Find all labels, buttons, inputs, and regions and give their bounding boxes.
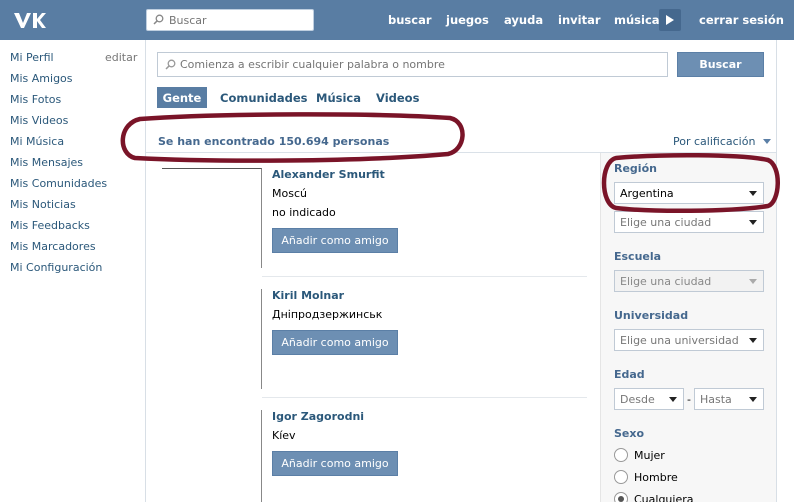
- nav-juegos[interactable]: juegos: [446, 13, 489, 27]
- sidebar-item-messages[interactable]: Mis Mensajes: [10, 156, 83, 169]
- sidebar-item-friends[interactable]: Mis Amigos: [10, 72, 73, 85]
- age-from-label: Desde: [620, 392, 655, 406]
- person-city: Дніпродзержинськ: [272, 308, 383, 321]
- nav-musica[interactable]: música: [614, 13, 660, 27]
- person-name[interactable]: Igor Zagorodni: [272, 410, 364, 423]
- city-placeholder: Elige una ciudad: [620, 215, 712, 229]
- tab-videos[interactable]: Videos: [376, 87, 419, 108]
- sidebar-edit-link[interactable]: editar: [105, 51, 137, 64]
- nav-ayuda[interactable]: ayuda: [504, 13, 543, 27]
- nav-logout[interactable]: cerrar sesión: [699, 13, 784, 27]
- tab-gente[interactable]: Gente: [157, 87, 207, 108]
- filter-label-school: Escuela: [614, 250, 662, 263]
- filter-label-sex: Sexo: [614, 427, 645, 440]
- dropdown-arrow-icon: [749, 220, 757, 225]
- radio-female-label[interactable]: Mujer: [634, 449, 665, 462]
- dropdown-arrow-icon: [749, 191, 757, 196]
- person-name[interactable]: Alexander Smurfit: [272, 168, 385, 181]
- nav-buscar[interactable]: buscar: [388, 13, 432, 27]
- person-city: Kíev: [272, 429, 296, 442]
- vk-logo-icon[interactable]: [12, 8, 48, 32]
- age-to-select[interactable]: Hasta: [694, 388, 764, 410]
- chevron-down-icon: [762, 139, 771, 144]
- top-search-input[interactable]: [146, 9, 314, 31]
- tab-comunidades[interactable]: Comunidades: [220, 87, 308, 108]
- filter-label-age: Edad: [614, 368, 645, 381]
- sidebar-item-feedbacks[interactable]: Mis Feedbacks: [10, 219, 90, 232]
- sidebar-item-photos[interactable]: Mis Fotos: [10, 93, 61, 106]
- add-friend-button[interactable]: Añadir como amigo: [272, 228, 398, 253]
- person-photo[interactable]: [162, 289, 262, 389]
- person-name[interactable]: Kiril Molnar: [272, 289, 344, 302]
- dropdown-arrow-icon: [749, 338, 757, 343]
- school-placeholder: Elige una ciudad: [620, 274, 712, 288]
- people-search-input[interactable]: [180, 53, 665, 76]
- row-divider: [262, 397, 587, 398]
- age-range-dash: -: [687, 393, 691, 406]
- filter-label-university: Universidad: [614, 309, 689, 322]
- radio-any-label[interactable]: Cualquiera: [634, 493, 694, 502]
- person-photo[interactable]: [162, 410, 262, 502]
- sidebar-item-communities[interactable]: Mis Comunidades: [10, 177, 107, 190]
- dropdown-arrow-icon: [749, 397, 757, 402]
- sidebar-item-bookmarks[interactable]: Mis Marcadores: [10, 240, 96, 253]
- radio-male[interactable]: [614, 470, 628, 484]
- radio-any[interactable]: [614, 492, 628, 502]
- age-to-label: Hasta: [700, 392, 732, 406]
- dropdown-arrow-icon: [749, 279, 757, 284]
- search-button[interactable]: Buscar: [677, 52, 764, 77]
- city-select[interactable]: Elige una ciudad: [614, 211, 764, 233]
- radio-female[interactable]: [614, 448, 628, 462]
- top-header: buscar juegos ayuda invitar música cerra…: [0, 0, 794, 40]
- sort-dropdown[interactable]: Por calificación: [673, 135, 771, 148]
- nav-invitar[interactable]: invitar: [558, 13, 601, 27]
- sidebar-item-music[interactable]: Mi Música: [10, 135, 64, 148]
- region-select[interactable]: Argentina: [614, 182, 764, 204]
- people-search-box[interactable]: [157, 52, 668, 77]
- person-extra: no indicado: [272, 206, 336, 219]
- tab-musica[interactable]: Música: [316, 87, 361, 108]
- add-friend-button[interactable]: Añadir como amigo: [272, 451, 398, 476]
- sidebar-item-settings[interactable]: Mi Configuración: [10, 261, 102, 274]
- person-city: Moscú: [272, 187, 307, 200]
- add-friend-button[interactable]: Añadir como amigo: [272, 330, 398, 355]
- search-icon: [153, 14, 164, 25]
- university-placeholder: Elige una universidad: [620, 333, 739, 347]
- dropdown-arrow-icon: [669, 397, 677, 402]
- row-divider: [262, 276, 587, 277]
- play-icon: [666, 15, 674, 25]
- region-value: Argentina: [620, 186, 674, 200]
- school-select[interactable]: Elige una ciudad: [614, 270, 764, 292]
- main-right-border: [776, 40, 777, 502]
- person-photo[interactable]: [162, 168, 262, 268]
- radio-male-label[interactable]: Hombre: [634, 471, 678, 484]
- university-select[interactable]: Elige una universidad: [614, 329, 764, 351]
- results-count: Se han encontrado 150.694 personas: [158, 135, 390, 148]
- sidebar-item-news[interactable]: Mis Noticias: [10, 198, 76, 211]
- sidebar-item-profile[interactable]: Mi Perfil: [10, 51, 54, 64]
- filter-label-region: Región: [614, 162, 657, 175]
- sort-label: Por calificación: [673, 135, 756, 148]
- search-icon: [165, 59, 176, 70]
- play-button[interactable]: [659, 9, 681, 31]
- sidebar-item-videos[interactable]: Mis Videos: [10, 114, 68, 127]
- age-from-select[interactable]: Desde: [614, 388, 684, 410]
